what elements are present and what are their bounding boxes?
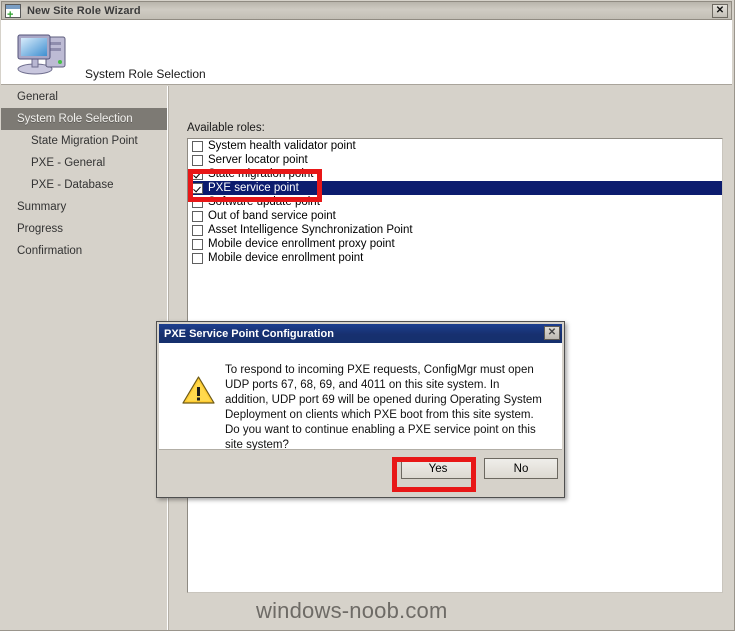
- sidebar-item-general[interactable]: General: [1, 86, 167, 108]
- role-list-item[interactable]: State migration point: [188, 167, 722, 181]
- dialog-close-icon[interactable]: ✕: [544, 326, 560, 340]
- warning-icon: [182, 376, 215, 404]
- new-window-icon: [5, 3, 21, 20]
- checkbox-icon[interactable]: [192, 140, 203, 152]
- role-list-item[interactable]: Mobile device enrollment proxy point: [188, 237, 722, 251]
- checkbox-icon[interactable]: [192, 168, 203, 180]
- role-list-item-label: Server locator point: [208, 154, 308, 166]
- yes-button[interactable]: Yes: [401, 458, 475, 479]
- role-list-item-label: Mobile device enrollment point: [208, 252, 364, 264]
- role-list-item-label: Out of band service point: [208, 210, 336, 222]
- checkbox-icon[interactable]: [192, 224, 203, 236]
- wizard-step-nav: General System Role Selection State Migrat…: [1, 86, 167, 630]
- role-list-item[interactable]: Asset Intelligence Synchronization Point: [188, 223, 722, 237]
- checkbox-icon[interactable]: [192, 210, 203, 222]
- sidebar-item-pxe-database[interactable]: PXE - Database: [1, 174, 167, 196]
- checkbox-icon[interactable]: [192, 182, 203, 194]
- role-list-item-label: PXE service point: [208, 182, 299, 194]
- pxe-service-point-configuration-dialog: PXE Service Point Configuration ✕ To res…: [156, 321, 565, 498]
- dialog-button-bar: Yes No: [159, 450, 562, 495]
- checkbox-icon[interactable]: [192, 196, 203, 208]
- role-list-item-label: Asset Intelligence Synchronization Point: [208, 224, 413, 236]
- page-title: System Role Selection: [85, 67, 206, 81]
- new-site-role-wizard-window: New Site Role Wizard ✕ System Role Selec…: [0, 0, 735, 631]
- dialog-body: To respond to incoming PXE requests, Con…: [159, 343, 562, 451]
- sidebar-item-progress[interactable]: Progress: [1, 218, 167, 240]
- role-list-item-label: Software update point: [208, 196, 320, 208]
- sidebar-item-confirmation[interactable]: Confirmation: [1, 240, 167, 262]
- sidebar-item-system-role-selection[interactable]: System Role Selection: [1, 108, 167, 130]
- role-list-item[interactable]: Mobile device enrollment point: [188, 251, 722, 265]
- role-list-item[interactable]: Server locator point: [188, 153, 722, 167]
- role-list-item-label: State migration point: [208, 168, 314, 180]
- checkbox-icon[interactable]: [192, 154, 203, 166]
- close-icon[interactable]: ✕: [712, 4, 728, 18]
- no-button[interactable]: No: [484, 458, 558, 479]
- checkbox-icon[interactable]: [192, 252, 203, 264]
- watermark: windows-noob.com: [256, 598, 448, 623]
- dialog-title: PXE Service Point Configuration: [164, 327, 334, 340]
- window-title: New Site Role Wizard: [27, 4, 141, 17]
- sidebar-item-state-migration-point[interactable]: State Migration Point: [1, 130, 167, 152]
- role-list-item[interactable]: Software update point: [188, 195, 722, 209]
- checkbox-icon[interactable]: [192, 238, 203, 250]
- wizard-header: System Role Selection: [1, 20, 732, 85]
- dialog-message: To respond to incoming PXE requests, Con…: [225, 364, 542, 451]
- window-title-bar[interactable]: New Site Role Wizard ✕: [1, 1, 732, 20]
- sidebar-item-pxe-general[interactable]: PXE - General: [1, 152, 167, 174]
- sidebar-item-summary[interactable]: Summary: [1, 196, 167, 218]
- role-list-item[interactable]: PXE service point: [188, 181, 722, 195]
- role-list-item-label: Mobile device enrollment proxy point: [208, 238, 395, 250]
- dialog-title-bar[interactable]: PXE Service Point Configuration ✕: [159, 324, 562, 343]
- computer-icon: [17, 34, 66, 75]
- role-list-item[interactable]: System health validator point: [188, 139, 722, 153]
- available-roles-label: Available roles:: [187, 122, 265, 134]
- role-list-item[interactable]: Out of band service point: [188, 209, 722, 223]
- role-list-item-label: System health validator point: [208, 140, 356, 152]
